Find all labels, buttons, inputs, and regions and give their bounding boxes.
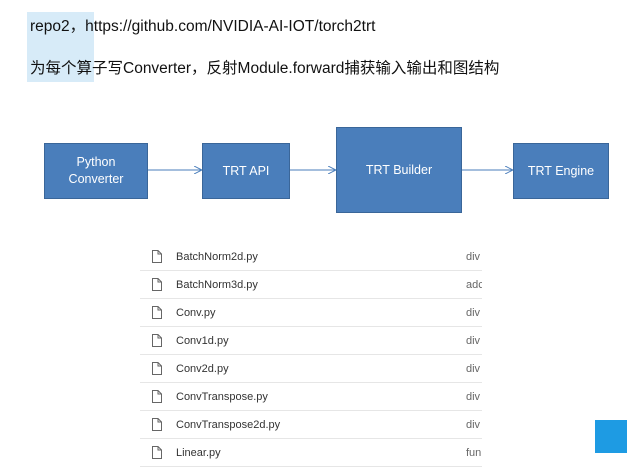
box-trt-engine-label: TRT Engine bbox=[527, 163, 595, 178]
file-row[interactable]: BatchNorm3d.py adc bbox=[140, 271, 482, 299]
box-trt-api-label: TRT API bbox=[222, 163, 270, 178]
file-icon bbox=[152, 306, 162, 319]
commit-message[interactable]: div bbox=[466, 419, 480, 431]
file-row[interactable]: Linear.py fun bbox=[140, 439, 482, 467]
commit-message[interactable]: div bbox=[466, 363, 480, 375]
file-name[interactable]: Conv1d.py bbox=[176, 335, 229, 347]
file-icon bbox=[152, 446, 162, 459]
commit-message[interactable]: div bbox=[466, 307, 480, 319]
box-trt-api: TRT API bbox=[202, 143, 290, 199]
file-name[interactable]: BatchNorm2d.py bbox=[176, 251, 258, 263]
commit-message[interactable]: fun bbox=[466, 447, 481, 459]
file-row[interactable]: ConvTranspose.py div bbox=[140, 383, 482, 411]
file-list: BatchNorm2d.py div BatchNorm3d.py adc Conv.p… bbox=[140, 243, 482, 476]
file-row[interactable]: Conv.py div bbox=[140, 299, 482, 327]
file-icon bbox=[152, 334, 162, 347]
file-icon bbox=[152, 362, 162, 375]
file-row[interactable]: BatchNorm2d.py div bbox=[140, 243, 482, 271]
commit-message[interactable]: div bbox=[466, 251, 480, 263]
box-python-label-1: Python bbox=[76, 155, 116, 169]
file-icon bbox=[152, 390, 162, 403]
box-trt-engine: TRT Engine bbox=[513, 143, 609, 199]
box-trt-builder: TRT Builder bbox=[336, 127, 462, 213]
file-icon bbox=[152, 278, 162, 291]
box-python-converter: Python Converter bbox=[44, 143, 148, 199]
box-trt-builder-label: TRT Builder bbox=[365, 162, 433, 177]
commit-message[interactable]: div bbox=[466, 335, 480, 347]
file-name[interactable]: Conv.py bbox=[176, 307, 216, 319]
file-row[interactable]: ConvTranspose2d.py div bbox=[140, 411, 482, 439]
commit-message[interactable]: div bbox=[466, 391, 480, 403]
file-row[interactable]: Conv1d.py div bbox=[140, 327, 482, 355]
accent-square bbox=[595, 420, 627, 453]
box-python-label-2: Converter bbox=[68, 172, 124, 186]
file-name[interactable]: Linear.py bbox=[176, 447, 221, 459]
file-name[interactable]: ConvTranspose2d.py bbox=[176, 419, 280, 431]
file-row[interactable]: Conv2d.py div bbox=[140, 355, 482, 383]
file-icon bbox=[152, 250, 162, 263]
file-icon bbox=[152, 418, 162, 431]
commit-message[interactable]: adc bbox=[466, 279, 482, 291]
file-name[interactable]: ConvTranspose.py bbox=[176, 391, 268, 403]
file-name[interactable]: Conv2d.py bbox=[176, 363, 229, 375]
file-name[interactable]: BatchNorm3d.py bbox=[176, 279, 258, 291]
